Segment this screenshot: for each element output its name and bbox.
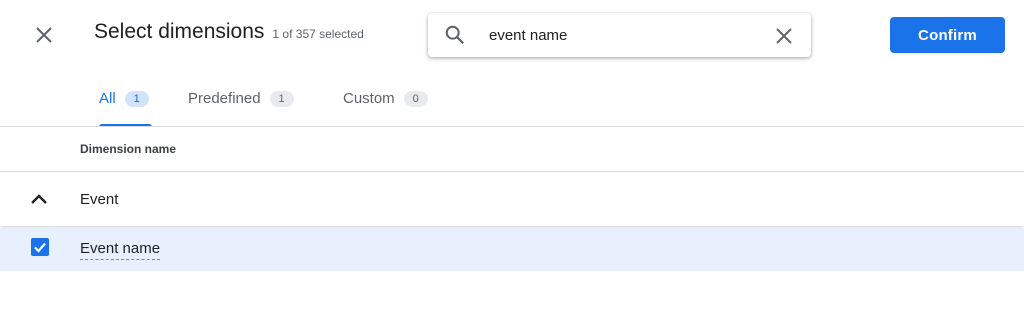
search-input[interactable] <box>489 23 759 47</box>
tab-count-badge: 1 <box>124 91 149 107</box>
tab-bar: All 1 Predefined 1 Custom 0 <box>0 80 1024 127</box>
clear-search-icon[interactable] <box>772 24 796 48</box>
search-icon <box>445 25 465 45</box>
close-button[interactable] <box>28 21 60 49</box>
dialog-title: Select dimensions <box>94 20 265 43</box>
tab-predefined[interactable]: Predefined 1 <box>188 80 294 127</box>
group-row-event[interactable]: Event <box>0 172 1024 226</box>
tab-label: Predefined <box>188 90 261 107</box>
column-header-dimension-name: Dimension name <box>80 142 177 156</box>
close-icon <box>36 27 52 43</box>
tab-all[interactable]: All 1 <box>99 80 152 127</box>
divider <box>0 126 1024 127</box>
dimension-name-label[interactable]: Event name <box>80 240 161 260</box>
tab-label: Custom <box>343 90 395 107</box>
tab-count-badge: 0 <box>403 91 428 107</box>
select-dimensions-dialog: Select dimensions 1 of 357 selected Conf… <box>0 0 1024 333</box>
table-row: Event name <box>0 228 1024 271</box>
confirm-button[interactable]: Confirm <box>890 17 1005 53</box>
selection-count: 1 of 357 selected <box>272 27 364 41</box>
tab-custom[interactable]: Custom 0 <box>343 80 428 127</box>
group-label: Event <box>80 191 119 208</box>
search-box <box>428 13 811 57</box>
chevron-up-icon <box>31 194 47 204</box>
dialog-header: Select dimensions 1 of 357 selected <box>94 20 364 44</box>
row-checkbox[interactable] <box>31 238 49 256</box>
tab-count-badge: 1 <box>269 91 294 107</box>
checkmark-icon <box>34 242 46 253</box>
tab-label: All <box>99 90 116 107</box>
